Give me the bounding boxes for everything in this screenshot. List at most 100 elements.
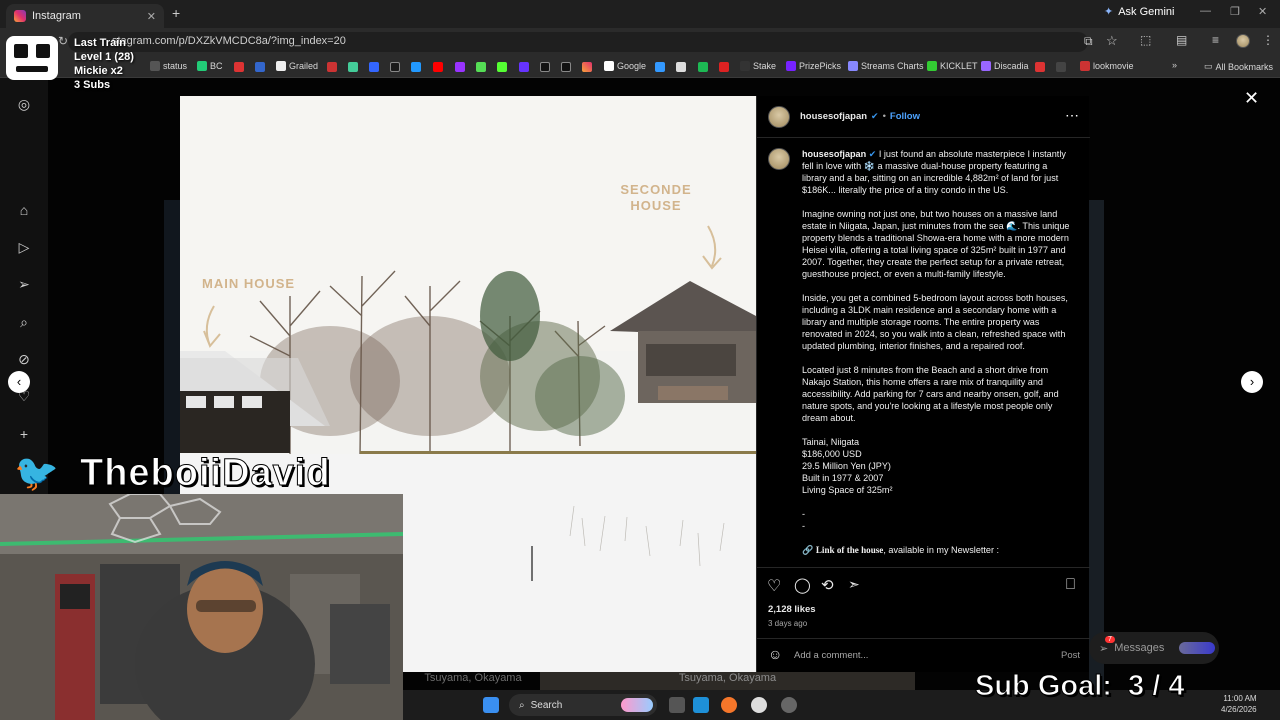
share-icon[interactable]: ➣ xyxy=(848,576,860,593)
menu-icon[interactable]: ⋮ xyxy=(1262,33,1274,47)
next-post-button[interactable]: › xyxy=(1241,371,1263,393)
search-icon[interactable]: ⌕ xyxy=(16,314,32,330)
bookmark-grailed[interactable]: Grailed xyxy=(276,61,318,71)
gemini-icon: ✦ xyxy=(1104,6,1114,18)
edge-icon[interactable] xyxy=(693,697,709,713)
x-icon[interactable] xyxy=(561,62,571,72)
bookmark-icon-3[interactable] xyxy=(369,62,379,72)
more-options-icon[interactable]: ⋯ xyxy=(1065,107,1079,124)
kick-icon[interactable] xyxy=(497,62,507,72)
bookmark-icon-7[interactable] xyxy=(519,62,529,72)
author-username[interactable]: housesofjapan xyxy=(800,111,867,122)
repost-icon[interactable]: ⟲ xyxy=(821,576,834,594)
bookmark-icon-9[interactable] xyxy=(676,62,686,72)
link-bold[interactable]: Link of the house xyxy=(816,545,883,555)
app-icon[interactable] xyxy=(781,697,797,713)
start-icon[interactable] xyxy=(483,697,499,713)
sidepanel-icon[interactable]: ▤ xyxy=(1176,33,1187,47)
main-house-label: MAIN HOUSE xyxy=(202,276,296,291)
sub-goal: Sub Goal: 3 / 4 xyxy=(975,670,1185,703)
fact-built: Built in 1977 & 2007 xyxy=(802,473,884,483)
follow-button[interactable]: Follow xyxy=(890,111,920,122)
caption-paragraph-3: Inside, you get a combined 5-bedroom lay… xyxy=(802,293,1068,351)
restore-icon[interactable]: ❐ xyxy=(1230,5,1240,18)
clock[interactable]: 11:00 AM 4/26/2026 xyxy=(1221,693,1257,715)
reload-icon[interactable]: ↻ xyxy=(58,34,68,48)
save-icon[interactable]: ⎕ xyxy=(1066,576,1075,593)
caption-avatar[interactable] xyxy=(768,148,790,170)
ask-gemini-button[interactable]: ✦ Ask Gemini xyxy=(1104,5,1174,19)
all-bookmarks[interactable]: ▭ All Bookmarks xyxy=(1204,61,1273,72)
bookmark-bc[interactable]: BC xyxy=(197,61,223,71)
instagram-bookmark-icon[interactable] xyxy=(582,62,592,72)
tab-instagram[interactable]: Instagram ✕ xyxy=(6,4,164,28)
twitch-icon[interactable] xyxy=(455,62,465,72)
close-tab-icon[interactable]: ✕ xyxy=(147,10,156,23)
bookmark-icon-1[interactable] xyxy=(327,62,337,72)
fact-living-space: Living Space of 325m² xyxy=(802,485,893,495)
media-icon[interactable]: ≡ xyxy=(1212,33,1219,47)
post-comment-button[interactable]: Post xyxy=(1061,650,1080,661)
bookmark-icon-red[interactable] xyxy=(234,62,244,72)
spotify-icon[interactable] xyxy=(698,62,708,72)
train-level: Level 1 (28) xyxy=(74,51,134,63)
previous-post-button[interactable]: ‹ xyxy=(8,371,30,393)
post-side-panel: housesofjapan ✔ • Follow ⋯ housesofjapan… xyxy=(756,96,1090,672)
comment-input[interactable]: Add a comment... xyxy=(794,650,1034,661)
bookmark-icon-11[interactable] xyxy=(1035,62,1045,72)
firefox-icon[interactable] xyxy=(721,697,737,713)
bookmark-icon-2[interactable] xyxy=(348,62,358,72)
comment-divider xyxy=(757,638,1090,639)
home-icon[interactable]: ⌂ xyxy=(16,202,32,218)
post-time[interactable]: 3 days ago xyxy=(768,619,807,628)
tiktok-icon[interactable] xyxy=(540,62,550,72)
bookmark-prizepicks[interactable]: PrizePicks xyxy=(786,61,841,71)
bookmark-kicklet[interactable]: KICKLET xyxy=(927,61,978,71)
close-modal-icon[interactable]: ✕ xyxy=(1244,88,1259,109)
bookmark-icon-4[interactable] xyxy=(390,62,400,72)
reels-icon[interactable]: ▷ xyxy=(16,239,32,255)
bookmark-icon-5[interactable] xyxy=(411,62,421,72)
direct-icon[interactable]: ➢ xyxy=(16,276,32,292)
install-icon[interactable]: ⧉ xyxy=(1084,34,1093,49)
bookmark-discadia[interactable]: Discadia xyxy=(981,61,1029,71)
fact-location: Tainai, Niigata xyxy=(802,437,860,447)
minimize-icon[interactable]: — xyxy=(1200,5,1211,17)
likes-count[interactable]: 2,128 likes xyxy=(768,604,816,615)
create-icon[interactable]: + xyxy=(16,426,32,442)
messages-button[interactable]: ➢ 7 Messages xyxy=(1089,632,1219,664)
instagram-logo-icon[interactable]: ◎ xyxy=(16,96,32,112)
tab-title: Instagram xyxy=(32,10,81,22)
train-title: Last Train xyxy=(74,37,126,49)
bookmark-google[interactable]: Google xyxy=(604,61,646,71)
close-window-icon[interactable]: ✕ xyxy=(1258,5,1267,18)
bookmark-icon-8[interactable] xyxy=(655,62,665,72)
profile-avatar[interactable] xyxy=(1236,34,1250,48)
background-post-right xyxy=(1089,200,1104,690)
bookmark-status[interactable]: status xyxy=(150,61,187,71)
bookmark-star-icon[interactable]: ☆ xyxy=(1106,33,1118,49)
bookmarks-overflow-icon[interactable]: » xyxy=(1172,60,1177,70)
bookmark-icon-12[interactable] xyxy=(1056,62,1066,72)
facts-list: Tainai, Niigata $186,000 USD 29.5 Millio… xyxy=(802,436,1074,496)
emoji-icon[interactable]: ☺ xyxy=(768,646,782,662)
new-tab-icon[interactable]: + xyxy=(172,5,180,21)
like-icon[interactable]: ♡ xyxy=(767,576,781,596)
bookmark-icon-facebook[interactable] xyxy=(255,62,265,72)
task-view-icon[interactable] xyxy=(669,697,685,713)
bookmark-icon-6[interactable] xyxy=(476,62,486,72)
caption-username[interactable]: housesofjapan xyxy=(802,149,866,159)
author-avatar[interactable] xyxy=(768,106,790,128)
post-header: housesofjapan ✔ • Follow xyxy=(800,111,920,122)
comment-icon[interactable]: ◯ xyxy=(794,576,811,594)
explore-icon[interactable]: ⊘ xyxy=(16,351,32,367)
bookmark-stake[interactable]: Stake xyxy=(740,61,776,71)
url-field[interactable]: stagram.com/p/DXZkVMCDC8a/?img_index=20 xyxy=(68,32,1088,52)
bookmark-lookmovie[interactable]: lookmovie xyxy=(1080,61,1134,71)
bookmark-icon-10[interactable] xyxy=(719,62,729,72)
taskbar-search[interactable]: ⌕ Search xyxy=(509,694,657,716)
youtube-icon[interactable] xyxy=(433,62,443,72)
chrome-icon[interactable] xyxy=(751,697,767,713)
bookmark-streams-charts[interactable]: Streams Charts xyxy=(848,61,924,71)
extensions-icon[interactable]: ⬚ xyxy=(1140,33,1151,47)
